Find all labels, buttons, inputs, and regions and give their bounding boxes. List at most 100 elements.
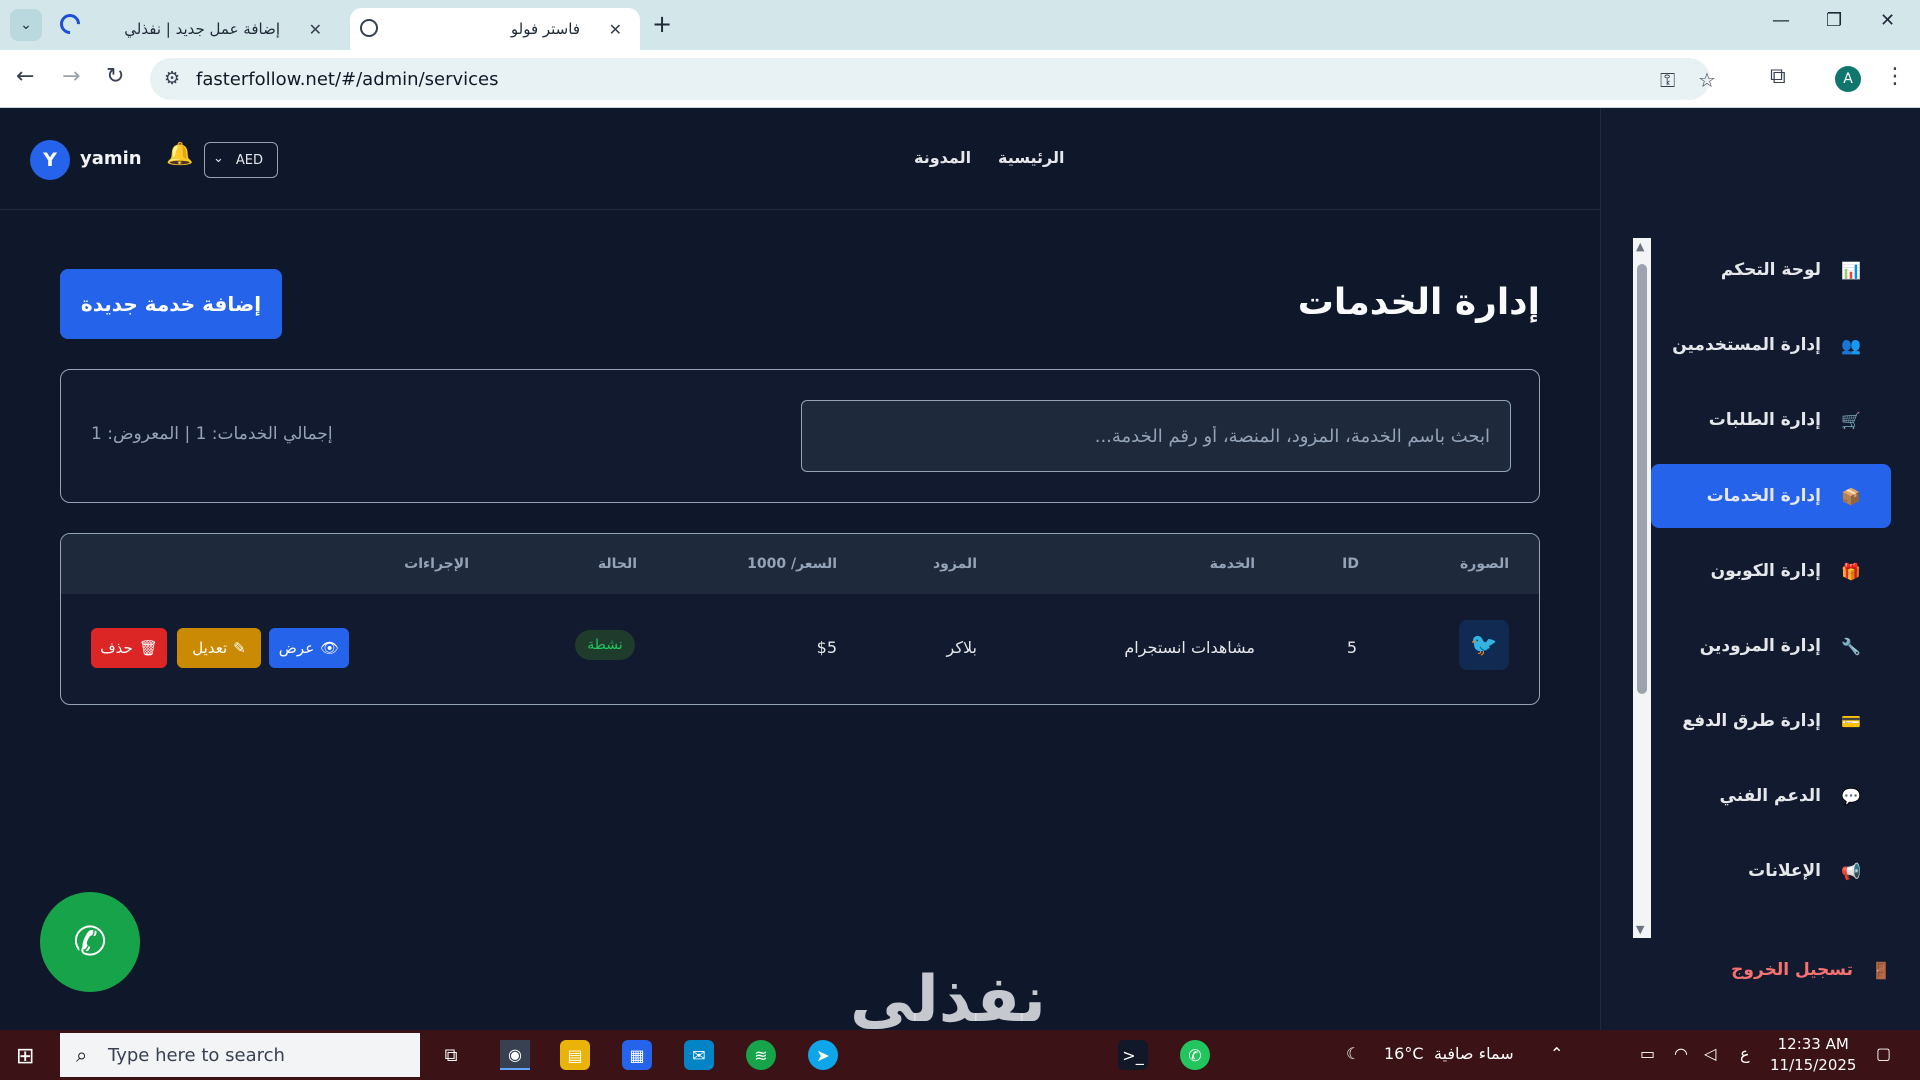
browser-tab-strip: ⌄ إضافة عمل جديد | نفذلي ✕ فاستر فولو ✕ … [0, 0, 1920, 50]
volume-icon[interactable]: ◁ [1704, 1044, 1716, 1063]
sidebar-item-providers[interactable]: إدارة المزودين 🔧 [1651, 614, 1891, 678]
new-tab-button[interactable]: + [652, 10, 672, 38]
col-service: الخدمة [1209, 556, 1255, 572]
profile-avatar[interactable]: A [1835, 66, 1861, 92]
nav-blog[interactable]: المدونة [914, 148, 971, 167]
whatsapp-button[interactable]: ✆ [40, 892, 140, 992]
tab-search-dropdown[interactable]: ⌄ [10, 9, 42, 41]
restore-icon[interactable]: ❐ [1826, 10, 1842, 31]
weather-icon[interactable]: ☾ [1346, 1044, 1360, 1063]
page: Y yamin 🔔 ⌄ AED الرئيسية المدونة إدارة ا… [0, 108, 1920, 1037]
menu-kebab-icon[interactable]: ⋮ [1884, 64, 1906, 89]
extensions-icon[interactable]: ⧉ [1770, 64, 1786, 89]
sidebar-item-services[interactable]: إدارة الخدمات 📦 [1651, 464, 1891, 528]
username[interactable]: yamin [80, 148, 142, 169]
add-service-button[interactable]: إضافة خدمة جديدة [60, 269, 282, 339]
notifications-icon[interactable]: ▢ [1876, 1044, 1891, 1063]
mail-icon[interactable]: ✉ [684, 1040, 714, 1070]
close-tab-icon[interactable]: ✕ [609, 20, 622, 39]
edit-icon: ✎ [233, 639, 246, 657]
battery-icon[interactable]: ▭ [1640, 1044, 1655, 1063]
bell-icon[interactable]: 🔔 [166, 142, 193, 167]
sidebar-scrollbar[interactable]: ▲ ▼ [1633, 238, 1651, 938]
close-window-icon[interactable]: ✕ [1880, 10, 1895, 31]
cell-price: $5 [816, 638, 837, 657]
sidebar-item-coupons[interactable]: إدارة الكوبون 🎁 [1651, 539, 1891, 603]
wifi-icon[interactable]: ◠ [1674, 1044, 1688, 1063]
sidebar-item-dashboard[interactable]: لوحة التحكم 📊 [1651, 238, 1891, 302]
sidebar-item-ads[interactable]: الإعلانات 📢 [1651, 839, 1891, 903]
sidebar-item-label: إدارة الخدمات [1706, 486, 1821, 506]
sidebar-item-label: إدارة المستخدمين [1672, 335, 1821, 355]
edit-button[interactable]: تعديل ✎ [177, 628, 261, 668]
chevron-up-icon[interactable]: ⌃ [1550, 1044, 1563, 1063]
col-price: السعر/ 1000 [747, 556, 837, 572]
top-navbar: Y yamin 🔔 ⌄ AED الرئيسية المدونة [0, 108, 1600, 210]
tool-icon: 🔧 [1841, 636, 1861, 656]
scroll-up-icon[interactable]: ▲ [1636, 240, 1644, 253]
system-clock[interactable]: 12:33 AM 11/15/2025 [1770, 1034, 1856, 1076]
browser-tab-nafezly[interactable]: إضافة عمل جديد | نفذلي ✕ [100, 8, 340, 50]
address-bar[interactable]: ⚙ fasterfollow.net/#/admin/services ⚿ ☆ [150, 58, 1716, 100]
admin-sidebar: ▲ ▼ لوحة التحكم 📊 إدارة المستخدمين 👥 إدا… [1600, 108, 1920, 1030]
card-icon: 💳 [1841, 711, 1861, 731]
sidebar-item-orders[interactable]: إدارة الطلبات 🛒 [1651, 388, 1891, 452]
sidebar-item-users[interactable]: إدارة المستخدمين 👥 [1651, 313, 1891, 377]
weather-text[interactable]: سماء صافية [1434, 1044, 1514, 1063]
chrome-icon[interactable]: ◉ [500, 1040, 530, 1070]
file-explorer-icon[interactable]: ▤ [560, 1040, 590, 1070]
windows-start-icon[interactable]: ⊞ [16, 1044, 34, 1069]
delete-button[interactable]: حذف 🗑 [91, 628, 167, 668]
logout-button[interactable]: تسجيل الخروج 🚪 [1691, 950, 1891, 990]
windows-taskbar: ⊞ ⌕ Type here to search ⧉ ◉ ▤ ▦ ✉ ≋ ➤ >_… [0, 1030, 1920, 1080]
cell-provider: بلاكر [946, 638, 977, 657]
reload-icon[interactable]: ↻ [106, 64, 124, 89]
spotify-icon[interactable]: ≋ [746, 1040, 776, 1070]
col-image: الصورة [1460, 556, 1509, 572]
view-button[interactable]: عرض 👁 [269, 628, 349, 668]
terminal-icon[interactable]: >_ [1118, 1040, 1148, 1070]
back-icon[interactable]: ← [16, 64, 34, 89]
total-count: إجمالي الخدمات: 1 | المعروض: 1 [91, 424, 333, 444]
store-icon[interactable]: ▦ [622, 1040, 652, 1070]
weather-temp[interactable]: 16°C [1384, 1044, 1424, 1063]
currency-select[interactable]: ⌄ AED [204, 142, 278, 178]
trash-icon: 🗑 [138, 639, 158, 657]
whatsapp-taskbar-icon[interactable]: ✆ [1180, 1040, 1210, 1070]
chat-icon: 💬 [1841, 786, 1861, 806]
sidebar-item-label: إدارة الكوبون [1710, 561, 1821, 581]
nav-home[interactable]: الرئيسية [998, 148, 1065, 167]
door-icon: 🚪 [1871, 960, 1891, 980]
password-key-icon[interactable]: ⚿ [1660, 68, 1675, 92]
user-avatar[interactable]: Y [30, 140, 70, 180]
scroll-thumb[interactable] [1637, 264, 1647, 694]
cart-icon: 🛒 [1841, 410, 1861, 430]
table-header: الصورة ID الخدمة المزود السعر/ 1000 الحا… [61, 534, 1539, 594]
clock-date: 11/15/2025 [1770, 1056, 1857, 1074]
bookmark-star-icon[interactable]: ☆ [1698, 68, 1716, 92]
tab-title: فاستر فولو [510, 20, 580, 38]
sidebar-item-support[interactable]: الدعم الفني 💬 [1651, 764, 1891, 828]
status-badge: نشطة [575, 630, 635, 660]
browser-tab-fasterfollow[interactable]: فاستر فولو ✕ [350, 8, 640, 50]
gift-icon: 🎁 [1841, 561, 1861, 581]
view-label: عرض [278, 639, 315, 657]
language-indicator[interactable]: ع [1740, 1044, 1750, 1063]
minimize-icon[interactable]: — [1772, 10, 1790, 31]
taskbar-search[interactable]: ⌕ Type here to search [60, 1033, 420, 1077]
col-actions: الإجراءات [404, 556, 469, 572]
cell-service: مشاهدات انستجرام [1124, 638, 1255, 657]
site-info-icon[interactable]: ⚙ [164, 68, 180, 89]
close-tab-icon[interactable]: ✕ [309, 20, 322, 39]
package-icon: 📦 [1841, 486, 1861, 506]
chevron-down-icon: ⌄ [213, 151, 224, 166]
taskbar-search-placeholder: Type here to search [108, 1044, 285, 1066]
telegram-icon[interactable]: ➤ [808, 1040, 838, 1070]
scroll-down-icon[interactable]: ▼ [1636, 923, 1644, 936]
sidebar-item-payment-methods[interactable]: إدارة طرق الدفع 💳 [1651, 689, 1891, 753]
col-provider: المزود [932, 556, 977, 572]
sidebar-item-label: الدعم الفني [1719, 786, 1821, 806]
forward-icon[interactable]: → [62, 64, 80, 89]
search-input[interactable] [801, 400, 1511, 472]
task-view-icon[interactable]: ⧉ [436, 1040, 466, 1070]
